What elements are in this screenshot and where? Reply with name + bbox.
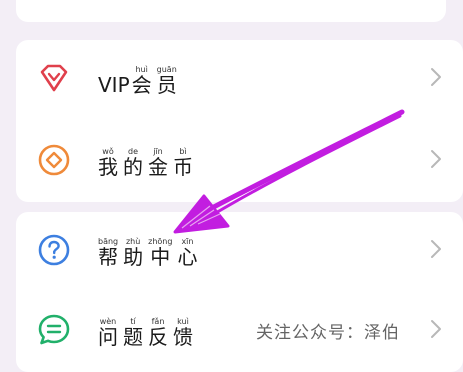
label-char: bì 币	[173, 147, 193, 178]
label-char: fǎn 反	[148, 317, 168, 348]
label-char: guān 员	[157, 65, 177, 96]
chevron-right-icon	[431, 68, 441, 86]
label-char: de 的	[123, 147, 143, 178]
label-char: zhù 助	[123, 237, 143, 268]
hanzi: 的	[123, 155, 143, 179]
hanzi: 助	[123, 245, 144, 269]
hanzi: 中	[150, 245, 171, 269]
label-char: xīn 心	[177, 237, 197, 268]
chat-bubble-icon	[38, 314, 70, 345]
watermark-text: 关注公众号：泽伯	[256, 323, 400, 343]
hanzi: 金	[148, 155, 168, 179]
diamond-icon	[40, 64, 68, 92]
label-char: tí 题	[123, 317, 143, 348]
top-card-remnant	[16, 0, 446, 22]
hanzi: 帮	[98, 245, 119, 269]
chevron-right-icon	[431, 320, 441, 338]
hanzi: 心	[177, 245, 198, 269]
hanzi: 员	[156, 73, 177, 97]
menu-item-help-center-label: bāng 帮 zhù 助 zhōng 中 xīn 心	[98, 237, 202, 268]
hanzi: 馈	[173, 325, 193, 349]
hanzi: 题	[123, 325, 143, 349]
chevron-right-icon	[431, 150, 441, 168]
label-char: wèn 问	[98, 317, 118, 348]
label-char: wǒ 我	[98, 147, 118, 178]
hanzi: 币	[173, 155, 193, 179]
hanzi: 问	[98, 325, 118, 349]
question-circle-icon	[38, 234, 70, 266]
label-char: huì 会	[132, 65, 152, 96]
menu-item-vip[interactable]: VIP huì 会 guān 员	[16, 40, 463, 112]
vip-prefix: VIP	[98, 73, 130, 97]
menu-item-feedback-label: wèn 问 tí 题 fǎn 反 kuì 馈	[98, 317, 198, 348]
menu-item-help-center[interactable]: bāng 帮 zhù 助 zhōng 中 xīn 心	[16, 212, 463, 284]
label-char: bāng 帮	[98, 237, 118, 268]
menu-item-my-coins[interactable]: wǒ 我 de 的 jīn 金 bì 币	[16, 122, 463, 194]
hanzi: 我	[98, 155, 118, 179]
hanzi: 会	[131, 73, 152, 97]
label-char: zhōng 中	[148, 237, 172, 268]
menu-item-vip-label: VIP huì 会 guān 员	[98, 65, 182, 97]
hanzi: 反	[148, 325, 168, 349]
menu-item-my-coins-label: wǒ 我 de 的 jīn 金 bì 币	[98, 147, 198, 178]
coin-icon	[38, 144, 70, 176]
chevron-right-icon	[431, 240, 441, 258]
menu-card-account: VIP huì 会 guān 员 wǒ 我 de 的 jīn 金 bì 币	[16, 40, 463, 202]
label-char: kuì 馈	[173, 317, 193, 348]
menu-card-support: bāng 帮 zhù 助 zhōng 中 xīn 心 wèn 问 tí 题 fǎn 反 kuì…	[16, 212, 463, 372]
label-char: jīn 金	[148, 147, 168, 178]
